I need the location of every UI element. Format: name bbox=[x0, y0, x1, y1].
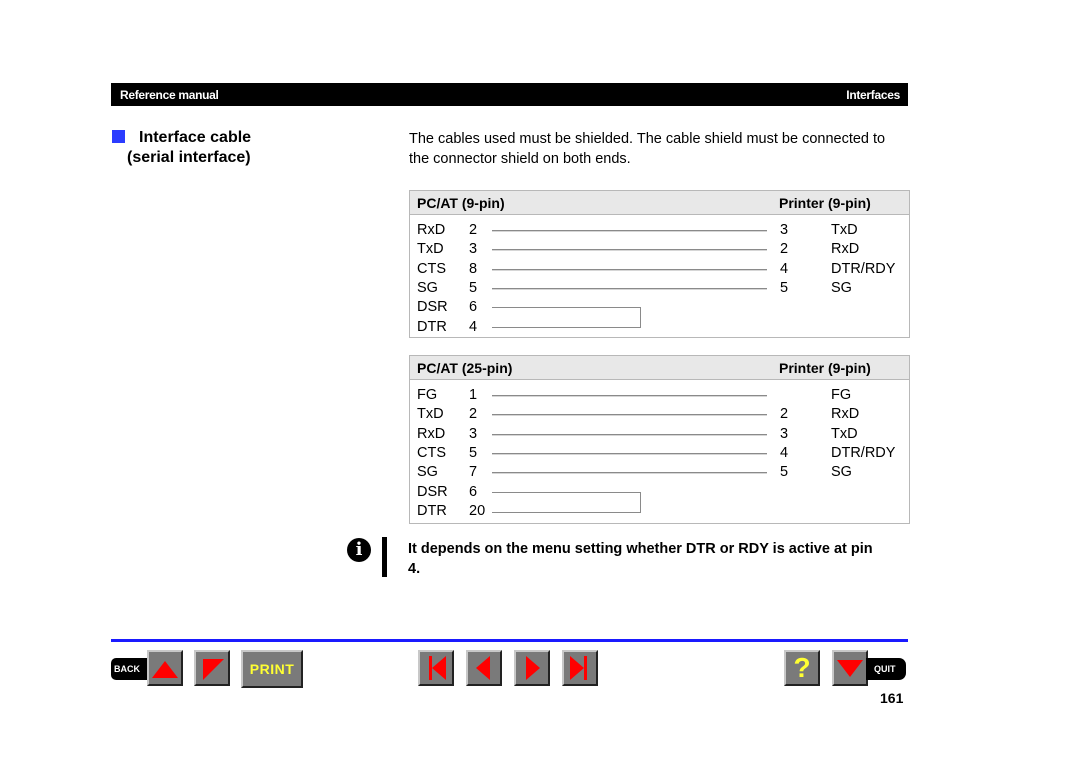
print-button[interactable]: PRINT bbox=[241, 650, 303, 688]
first-page-icon bbox=[429, 656, 446, 680]
left-signal: TxD bbox=[417, 241, 444, 258]
pinout-table-9pin: PC/AT (9-pin) Printer (9-pin) RxD 2 3 TxD Tx… bbox=[409, 190, 910, 338]
left-pin: 3 bbox=[469, 241, 478, 258]
left-signal: TxD bbox=[417, 406, 444, 423]
previous-page-button[interactable] bbox=[466, 650, 502, 686]
section-bullet-icon bbox=[112, 130, 125, 143]
page-up-button[interactable] bbox=[147, 650, 183, 686]
right-pin: 2 bbox=[780, 241, 789, 258]
wire-line bbox=[492, 433, 767, 436]
right-signal: RxD bbox=[831, 241, 860, 258]
loopback-wire bbox=[492, 491, 641, 513]
next-page-button[interactable] bbox=[514, 650, 550, 686]
table-row: DTR 20 bbox=[410, 503, 909, 522]
header-bar: Reference manual Interfaces bbox=[111, 83, 908, 106]
next-page-icon bbox=[526, 656, 540, 680]
section-title: Interface cable (serial interface) bbox=[127, 128, 251, 168]
right-signal: SG bbox=[831, 279, 852, 296]
table-header: PC/AT (9-pin) Printer (9-pin) bbox=[410, 191, 909, 215]
wire-line bbox=[492, 249, 767, 252]
quit-button[interactable]: QUIT bbox=[866, 658, 906, 680]
left-pin: 5 bbox=[469, 444, 478, 461]
right-signal: RxD bbox=[831, 406, 860, 423]
left-signal: FG bbox=[417, 387, 438, 403]
left-pin: 6 bbox=[469, 483, 478, 500]
prev-page-icon bbox=[476, 656, 490, 680]
info-icon: i bbox=[347, 538, 371, 562]
note-text: It depends on the menu setting whether D… bbox=[408, 541, 873, 577]
left-pin: 2 bbox=[469, 222, 478, 238]
left-signal: DTR bbox=[417, 502, 447, 519]
right-signal: DTR/RDY bbox=[831, 444, 896, 461]
last-page-icon bbox=[570, 656, 587, 680]
right-pin: 4 bbox=[780, 260, 789, 277]
footer-rule bbox=[111, 639, 908, 642]
question-icon: ? bbox=[793, 652, 811, 683]
left-signal: SG bbox=[417, 279, 438, 296]
right-pin: 2 bbox=[780, 406, 789, 423]
page-number: 161 bbox=[880, 690, 904, 706]
wire-line bbox=[492, 230, 767, 232]
right-header: Printer (9-pin) bbox=[779, 195, 871, 211]
right-signal: DTR/RDY bbox=[831, 260, 896, 277]
left-pin: 6 bbox=[469, 299, 478, 316]
right-pin: 3 bbox=[780, 425, 789, 442]
left-header: PC/AT (9-pin) bbox=[417, 195, 505, 211]
pinout-table-25pin: PC/AT (25-pin) Printer (9-pin) FG 1 FG TxD 2… bbox=[409, 355, 910, 524]
header-manual-title: Reference manual bbox=[120, 88, 219, 102]
left-pin: 4 bbox=[469, 318, 478, 335]
wire-line bbox=[492, 395, 767, 397]
left-pin: 3 bbox=[469, 425, 478, 442]
right-pin: 4 bbox=[780, 444, 789, 461]
left-signal: RxD bbox=[417, 222, 446, 238]
up-triangle-icon bbox=[152, 661, 178, 678]
left-signal: DSR bbox=[417, 299, 448, 316]
left-pin: 20 bbox=[469, 502, 486, 519]
right-signal: TxD bbox=[831, 425, 858, 442]
section-title-line2: (serial interface) bbox=[127, 149, 251, 166]
down-corner-icon bbox=[203, 659, 224, 680]
left-pin: 2 bbox=[469, 406, 478, 423]
right-signal: SG bbox=[831, 464, 852, 481]
right-signal: FG bbox=[831, 387, 852, 403]
left-signal: CTS bbox=[417, 260, 446, 277]
left-signal: RxD bbox=[417, 425, 446, 442]
last-page-button[interactable] bbox=[562, 650, 598, 686]
wire-line bbox=[492, 287, 767, 290]
loopback-wire bbox=[492, 307, 641, 329]
left-header: PC/AT (25-pin) bbox=[417, 360, 513, 376]
page-down-button[interactable] bbox=[832, 650, 868, 686]
table-row: DSR 6 bbox=[410, 299, 909, 318]
left-pin: 8 bbox=[469, 260, 478, 277]
section-title-line1: Interface cable bbox=[139, 129, 252, 146]
left-pin: 5 bbox=[469, 279, 478, 296]
left-signal: CTS bbox=[417, 444, 446, 461]
left-signal: DTR bbox=[417, 318, 447, 335]
right-header: Printer (9-pin) bbox=[779, 360, 871, 376]
note-divider bbox=[382, 537, 387, 577]
right-signal: TxD bbox=[831, 222, 858, 238]
header-chapter-title: Interfaces bbox=[846, 88, 900, 102]
wire-line bbox=[492, 268, 767, 271]
right-pin: 5 bbox=[780, 464, 789, 481]
wire-line bbox=[492, 414, 767, 417]
intro-text: The cables used must be shielded. The ca… bbox=[409, 131, 886, 167]
table-header: PC/AT (25-pin) Printer (9-pin) bbox=[410, 356, 909, 380]
first-page-button[interactable] bbox=[418, 650, 454, 686]
table-row: DTR 4 bbox=[410, 319, 909, 338]
help-button[interactable]: ? bbox=[784, 650, 820, 686]
page-down-corner-button[interactable] bbox=[194, 650, 230, 686]
right-pin: 3 bbox=[780, 222, 789, 238]
down-triangle-icon bbox=[837, 660, 863, 677]
left-signal: DSR bbox=[417, 483, 448, 500]
table-row: DSR 6 bbox=[410, 484, 909, 503]
wire-line bbox=[492, 472, 767, 475]
right-pin: 5 bbox=[780, 279, 789, 296]
wire-line bbox=[492, 452, 767, 455]
left-signal: SG bbox=[417, 464, 438, 481]
left-pin: 7 bbox=[469, 464, 478, 481]
left-pin: 1 bbox=[469, 387, 478, 403]
